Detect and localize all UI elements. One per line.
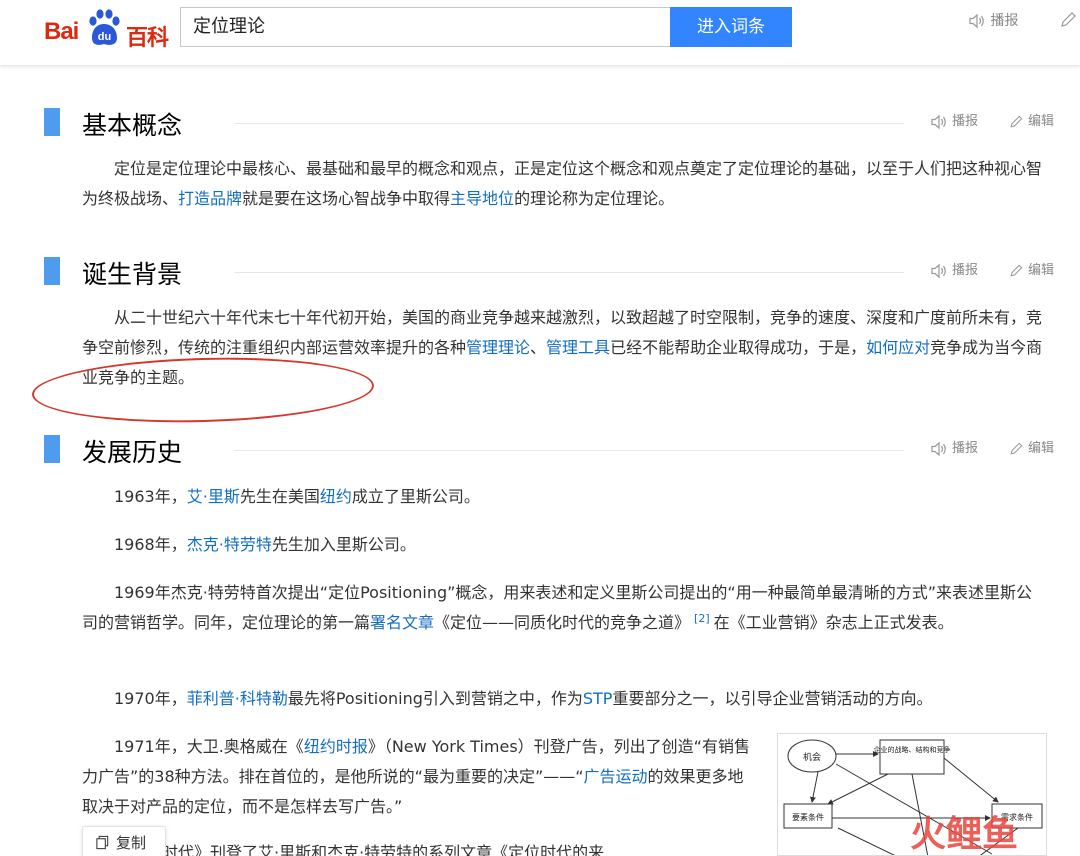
link-how-to-respond[interactable]: 如何应对 [866,338,930,357]
link-jack-trout[interactable]: 杰克·特劳特 [187,535,272,554]
section-tools: 播报 编辑 [930,259,1054,279]
history-paragraph-1971: 1971年，大卫.奥格威在《纽约时报》（New York Times）刊登广告，… [82,737,750,816]
history-paragraph-ad-age: 《广告时代》刊登了艾·里斯和杰克·特劳特的系列文章《定位时代的来 [114,843,605,856]
edit-button[interactable]: 编辑 [1028,263,1054,278]
section-marker [44,435,60,463]
diagram-node-factors: 要素条件 [792,812,824,822]
section-marker [44,257,60,285]
site-header: Bai du 百科 定位理论 进入词条 播报 [0,0,1080,66]
edit-button[interactable]: 编辑 [1028,114,1054,129]
pencil-icon[interactable] [1008,263,1024,279]
speaker-icon[interactable] [930,441,948,457]
section-title: 诞生背景 [82,255,195,291]
link-signed-article[interactable]: 署名文章 [370,613,434,632]
section-heading-background: 诞生背景 播报 编辑 [44,255,1054,291]
logo-text-left: Bai [44,18,79,45]
listen-button[interactable]: 播报 [952,441,978,456]
enter-entry-button[interactable]: 进入词条 [670,7,792,47]
link-dominant-position[interactable]: 主导地位 [450,189,514,208]
logo-text-right: 百科 [126,26,169,51]
edit-button[interactable]: 编辑 [1028,441,1054,456]
link-ad-campaign[interactable]: 广告运动 [584,767,648,786]
pencil-icon[interactable] [1008,441,1024,457]
section-divider [234,272,904,273]
section-title: 发展历史 [82,433,195,469]
header-listen-button[interactable]: 播报 [968,10,1018,30]
link-philip-kotler[interactable]: 菲利普·科特勒 [187,689,288,708]
diagram-node-strategy: 企业的战略、结构和竞争 [874,745,951,754]
section-heading-history: 发展历史 播报 编辑 [44,433,1054,469]
history-paragraph-1969: 1969年杰克·特劳特首次提出“定位Positioning”概念，用来表述和定义… [82,583,1033,632]
history-paragraph-1970: 1970年，菲利普·科特勒最先将Positioning引入到营销之中，作为STP… [114,689,933,708]
link-new-york[interactable]: 纽约 [320,487,352,506]
header-listen-label: 播报 [990,13,1019,29]
section-tools: 播报 编辑 [930,437,1054,457]
section-title: 基本概念 [82,106,195,142]
section-divider [234,450,904,451]
link-management-theory[interactable]: 管理理论 [466,338,530,357]
citation-ref[interactable]: [2] [694,612,710,625]
speaker-icon [969,13,984,29]
speaker-icon[interactable] [930,263,948,279]
copy-button[interactable]: 复制 [82,826,166,856]
link-management-tools[interactable]: 管理工具 [546,338,610,357]
history-paragraph-1963: 1963年，艾·里斯先生在美国纽约成立了里斯公司。 [114,487,480,506]
pencil-icon[interactable] [1058,10,1078,30]
watermark-text: 火鲤鱼 [910,814,1018,855]
section-marker [44,108,60,136]
speaker-icon[interactable] [930,114,948,130]
pencil-icon[interactable] [1008,114,1024,130]
listen-button[interactable]: 播报 [952,263,978,278]
baidu-baike-logo[interactable]: Bai du 百科 [44,8,172,51]
watermark-logo: 火鲤鱼 [910,814,1018,855]
link-al-ries[interactable]: 艾·里斯 [187,487,240,506]
section-tools: 播报 编辑 [930,110,1054,130]
section-heading-concept: 基本概念 播报 编辑 [44,106,1054,142]
section-divider [234,123,904,124]
copy-label: 复制 [116,834,147,852]
logo-paw-text: du [98,31,111,43]
listen-button[interactable]: 播报 [952,114,978,129]
link-new-york-times[interactable]: 纽约时报 [304,737,368,756]
search-input[interactable]: 定位理论 [180,7,670,47]
link-stp[interactable]: STP [583,689,613,708]
copy-icon [96,835,109,850]
paw-icon: du [89,9,120,45]
link-build-brand[interactable]: 打造品牌 [178,189,242,208]
history-paragraph-1968: 1968年，杰克·特劳特先生加入里斯公司。 [114,535,416,554]
concept-paragraph: 定位是定位理论中最核心、最基础和最早的概念和观点，正是定位这个概念和观点奠定了定… [82,159,1043,208]
diagram-node-opportunity: 机会 [803,751,821,763]
